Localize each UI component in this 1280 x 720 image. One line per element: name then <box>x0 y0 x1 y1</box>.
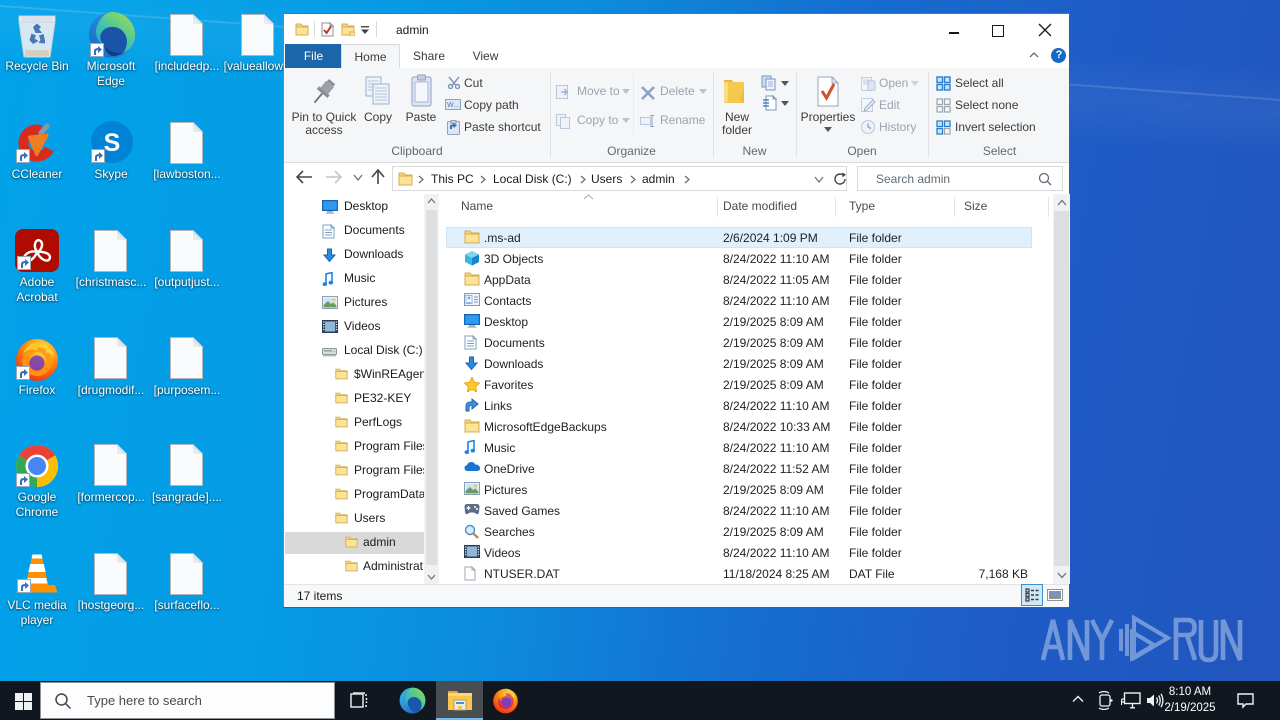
svg-text:S: S <box>104 129 121 157</box>
svg-text:W...: W... <box>447 102 459 109</box>
